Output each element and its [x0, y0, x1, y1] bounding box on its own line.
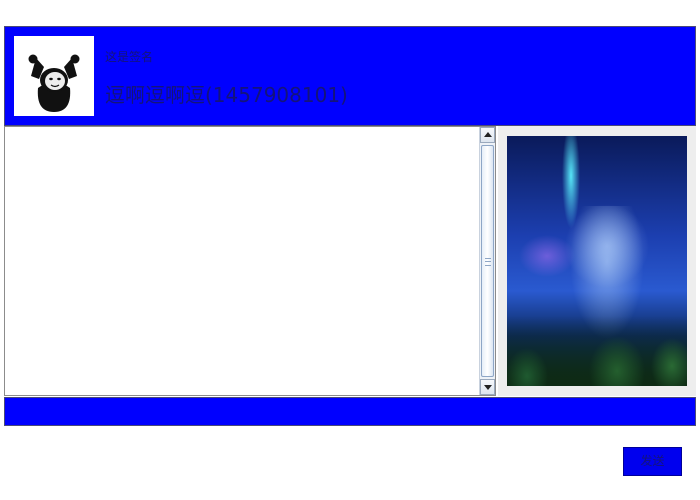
grip-icon: [485, 258, 491, 266]
scroll-thumb[interactable]: [481, 145, 494, 377]
user-signature: 这是签名: [105, 50, 154, 64]
foliage: [507, 316, 687, 386]
profile-header: 这是签名 逗啊逗啊逗(1457908101): [4, 26, 696, 126]
arrow-down-icon: [484, 385, 492, 390]
side-panel: [498, 126, 696, 396]
chat-message-area[interactable]: [4, 126, 496, 396]
starry-sky-tree-image: [507, 136, 687, 386]
user-name: 逗啊逗啊逗(1457908101): [105, 83, 348, 107]
panda-meme-avatar-icon: [28, 54, 80, 112]
scroll-down-button[interactable]: [480, 379, 495, 395]
avatar[interactable]: [14, 36, 94, 116]
send-button[interactable]: 发送: [623, 447, 682, 476]
arrow-up-icon: [484, 132, 492, 137]
input-toolbar: [4, 397, 696, 426]
chat-scrollbar[interactable]: [479, 127, 495, 395]
scroll-up-button[interactable]: [480, 127, 495, 143]
